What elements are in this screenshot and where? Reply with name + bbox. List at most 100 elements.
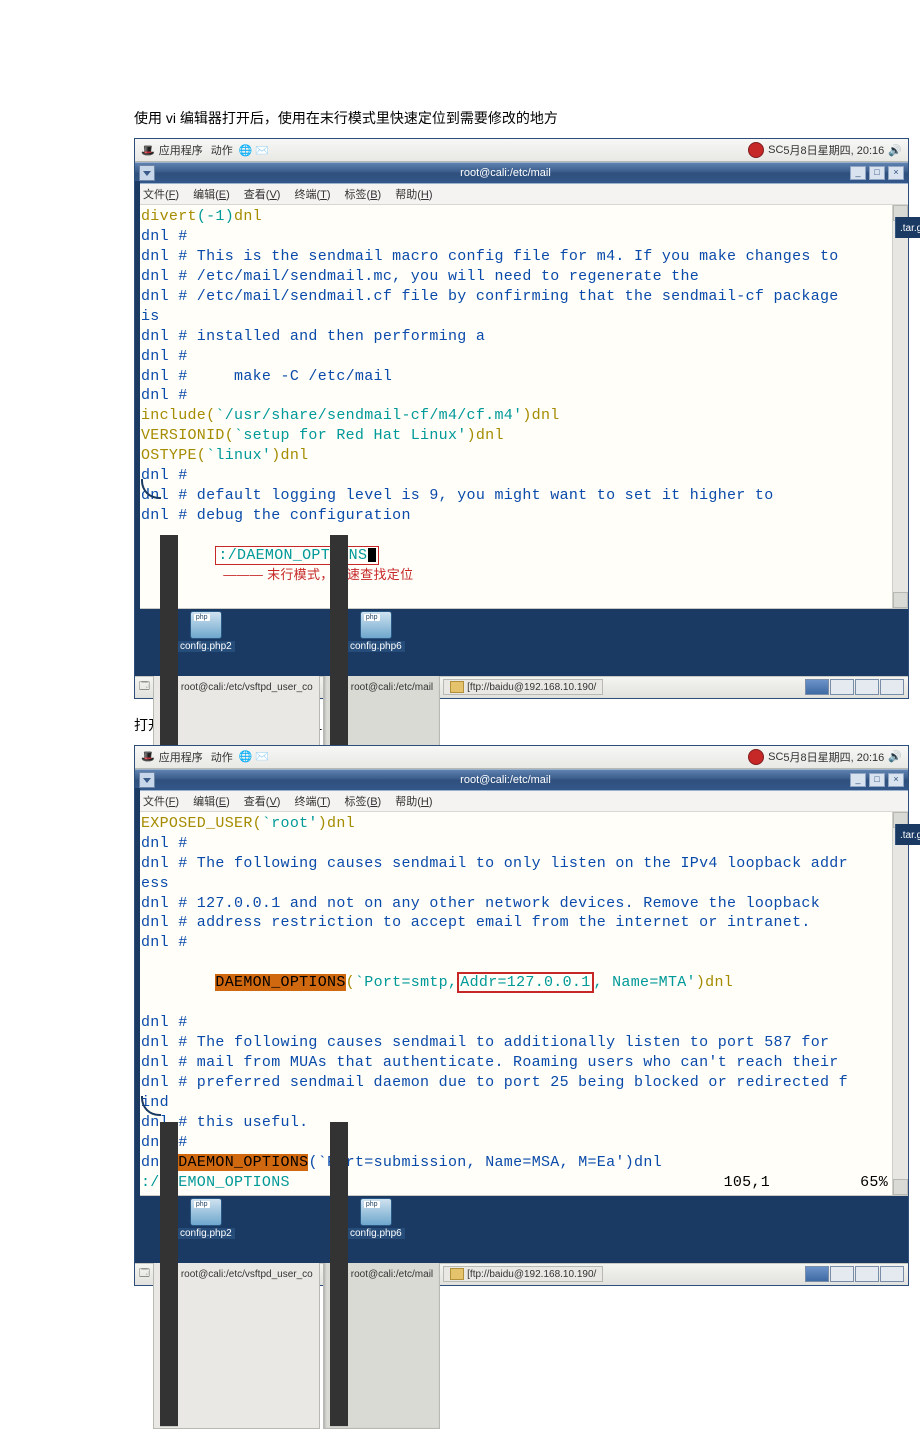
menu-terminal[interactable]: 终端(T) — [294, 793, 330, 809]
code: `linux' — [206, 447, 271, 464]
code: dnl # The following causes sendmail to o… — [141, 854, 908, 874]
code: , Name=MTA' — [594, 974, 696, 991]
code: dnl # address restriction to accept emai… — [141, 913, 908, 933]
menu-edit[interactable]: 编辑(E) — [193, 186, 230, 202]
screenshot-2: 🎩 应用程序 动作 🌐 ✉️ SC 5月8日星期四, 20:16 🔊 root@… — [134, 745, 909, 1286]
volume-icon[interactable]: 🔊 — [888, 144, 902, 157]
code: dnl # — [141, 933, 908, 953]
gnome-top-panel: 🎩 应用程序 动作 🌐 ✉️ SC 5月8日星期四, 20:16 🔊 — [135, 139, 908, 162]
code: )dnl — [625, 1154, 662, 1171]
desktop-area[interactable]: config.php2 config.php6 — [135, 1196, 908, 1263]
taskbar-button[interactable]: [ftp://baidu@192.168.10.190/ — [443, 1266, 603, 1282]
terminal-content[interactable]: divert(-1)dnl dnl # dnl # This is the se… — [135, 205, 908, 609]
code: ess — [141, 874, 908, 894]
menu-view[interactable]: 查看(V) — [244, 186, 281, 202]
menu-terminal[interactable]: 终端(T) — [294, 186, 330, 202]
code: )dnl — [318, 815, 355, 832]
code: dnl # The following causes sendmail to a… — [141, 1033, 908, 1053]
browser-icon[interactable]: 🌐 — [239, 750, 253, 763]
code: divert — [141, 208, 197, 225]
screenshot-1: 🎩 应用程序 动作 🌐 ✉️ SC 5月8日星期四, 20:16 🔊 root@… — [134, 138, 909, 699]
menu-view[interactable]: 查看(V) — [244, 793, 281, 809]
maximize-button[interactable]: □ — [869, 773, 885, 787]
gnome-top-panel: 🎩 应用程序 动作 🌐 ✉️ SC 5月8日星期四, 20:16 🔊 — [135, 746, 908, 769]
scrollbar[interactable] — [892, 205, 908, 608]
desktop-edge — [135, 181, 140, 673]
terminal-menubar: 文件(F) 编辑(E) 查看(V) 终端(T) 标签(B) 帮助(H) — [135, 791, 908, 812]
close-button[interactable]: × — [888, 773, 904, 787]
code: `root' — [262, 815, 318, 832]
code: dnl # — [141, 834, 908, 854]
window-titlebar: root@cali:/etc/mail _ □ × — [135, 162, 908, 184]
code: dnl # — [141, 227, 908, 247]
menu-help[interactable]: 帮助(H) — [395, 793, 432, 809]
desktop-edge — [135, 788, 140, 1260]
terminal-menubar: 文件(F) 编辑(E) 查看(V) 终端(T) 标签(B) 帮助(H) — [135, 184, 908, 205]
code: `Port=submission, Name=MSA, M=Ea' — [318, 1154, 625, 1171]
mail-icon[interactable]: ✉️ — [255, 750, 269, 763]
code: dnl # preferred sendmail daemon due to p… — [141, 1073, 908, 1093]
mail-icon[interactable]: ✉️ — [255, 144, 269, 157]
file-icon-targz[interactable]: .tar.gz — [895, 217, 920, 238]
window-title: root@cali:/etc/mail — [161, 167, 850, 179]
window-titlebar: root@cali:/etc/mail _ □ × — [135, 769, 908, 791]
file-icon[interactable]: config.php2 — [177, 1198, 235, 1239]
window-menu-button[interactable] — [139, 165, 155, 181]
menu-help[interactable]: 帮助(H) — [395, 186, 432, 202]
clock: 5月8日星期四, 20:16 — [783, 142, 884, 158]
gnome-taskbar: 🗔 root@cali:/etc/vsftpd_user_co root@cal… — [135, 1263, 908, 1285]
code: dnl # — [141, 1013, 908, 1033]
file-icon-targz[interactable]: .tar.gz — [895, 824, 920, 845]
workspace-pager[interactable] — [805, 679, 904, 695]
ime-label[interactable]: SC — [768, 751, 783, 763]
volume-icon[interactable]: 🔊 — [888, 750, 902, 763]
file-icon[interactable]: config.php6 — [347, 1198, 405, 1239]
redhat-icon: 🎩 — [141, 750, 155, 763]
window-menu-button[interactable] — [139, 772, 155, 788]
code-highlight: DAEMON_OPTIONS — [215, 974, 345, 991]
panel-menu-actions[interactable]: 动作 — [211, 749, 233, 765]
menu-edit[interactable]: 编辑(E) — [193, 793, 230, 809]
taskbar-button[interactable]: [ftp://baidu@192.168.10.190/ — [443, 679, 603, 695]
code: dnl # this useful. — [141, 1113, 908, 1133]
code: OSTYPE( — [141, 447, 206, 464]
file-icon[interactable]: config.php6 — [347, 611, 405, 652]
vi-position: 105,1 — [724, 1173, 771, 1193]
code: include( — [141, 407, 215, 424]
browser-icon[interactable]: 🌐 — [239, 144, 253, 157]
maximize-button[interactable]: □ — [869, 166, 885, 180]
show-desktop-button[interactable]: 🗔 — [139, 1266, 150, 1283]
panel-menu-apps[interactable]: 应用程序 — [159, 749, 203, 765]
show-desktop-button[interactable]: 🗔 — [139, 679, 150, 696]
code: dnl # debug the configuration — [141, 506, 908, 526]
panel-menu-actions[interactable]: 动作 — [211, 142, 233, 158]
workspace-pager[interactable] — [805, 1266, 904, 1282]
code: dnl — [234, 208, 262, 225]
scrollbar[interactable] — [892, 812, 908, 1195]
menu-file[interactable]: 文件(F) — [143, 793, 179, 809]
ime-label[interactable]: SC — [768, 144, 783, 156]
code: ( — [308, 1154, 317, 1171]
intro-text-1: 使用 vi 编辑器打开后，使用在末行模式里快速定位到需要修改的地方 — [134, 108, 786, 128]
minimize-button[interactable]: _ — [850, 773, 866, 787]
code: is — [141, 307, 908, 327]
code: dnl # /etc/mail/sendmail.cf file by conf… — [141, 287, 908, 307]
update-icon[interactable] — [748, 142, 764, 158]
file-icon[interactable]: config.php2 — [177, 611, 235, 652]
menu-file[interactable]: 文件(F) — [143, 186, 179, 202]
code: `Port=smtp, — [355, 974, 457, 991]
panel-menu-apps[interactable]: 应用程序 — [159, 142, 203, 158]
close-button[interactable]: × — [888, 166, 904, 180]
menu-tabs[interactable]: 标签(B) — [345, 186, 382, 202]
code: )dnl — [522, 407, 559, 424]
annotation-text: ——— 末行模式，快速查找定位 — [215, 567, 413, 582]
minimize-button[interactable]: _ — [850, 166, 866, 180]
update-icon[interactable] — [748, 749, 764, 765]
code: VERSIONID( — [141, 427, 234, 444]
menu-tabs[interactable]: 标签(B) — [345, 793, 382, 809]
desktop-area[interactable]: config.php2 config.php6 — [135, 609, 908, 676]
vi-percent: 65% — [860, 1173, 888, 1193]
code: dnl # installed and then performing a — [141, 327, 908, 347]
code: dnl # 127.0.0.1 and not on any other net… — [141, 894, 908, 914]
terminal-content[interactable]: EXPOSED_USER(`root')dnl dnl # dnl # The … — [135, 812, 908, 1196]
